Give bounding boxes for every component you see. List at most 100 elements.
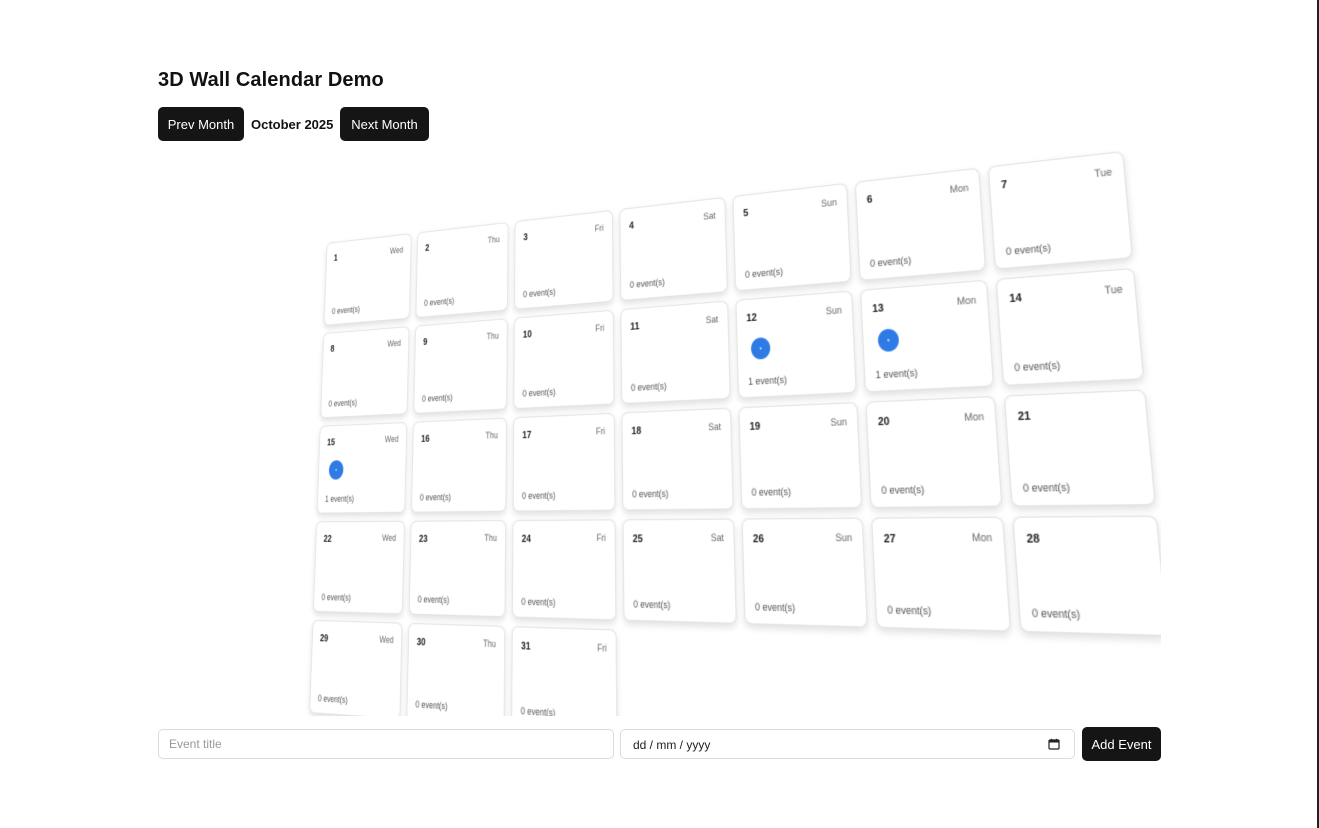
day-of-week: Mon xyxy=(950,182,969,195)
event-count: 0 event(s) xyxy=(418,594,450,605)
calendar-wall: 1 Wed 0 event(s) 2 Thu 0 event(s) 3 Fri 0 event(… xyxy=(258,150,1161,716)
event-count: 0 event(s) xyxy=(521,705,556,716)
day-card[interactable]: 6 Mon 0 event(s) xyxy=(855,168,986,282)
day-card[interactable]: 30 Thu 0 event(s) xyxy=(406,623,505,716)
day-card[interactable]: 13 Mon 1 event(s) xyxy=(860,280,994,393)
day-card[interactable]: 10 Fri 0 event(s) xyxy=(513,310,614,409)
day-number: 13 xyxy=(872,302,884,315)
day-card[interactable]: 22 Wed 0 event(s) xyxy=(313,521,405,615)
calendar-stage: 1 Wed 0 event(s) 2 Thu 0 event(s) 3 Fri 0 event(… xyxy=(158,150,1161,716)
day-number: 14 xyxy=(1009,292,1022,306)
day-card[interactable]: 7 Tue 0 event(s) xyxy=(988,151,1133,270)
event-count: 0 event(s) xyxy=(1032,607,1081,621)
day-number: 24 xyxy=(522,534,531,546)
add-event-button[interactable]: Add Event xyxy=(1082,727,1161,761)
day-number: 23 xyxy=(419,534,428,545)
day-card[interactable]: 21 0 event(s) xyxy=(1004,389,1156,506)
day-of-week: Tue xyxy=(1104,283,1123,296)
day-of-week: Fri xyxy=(595,323,604,334)
event-dot-icon[interactable] xyxy=(751,337,771,360)
day-card[interactable]: 17 Fri 0 event(s) xyxy=(513,413,616,512)
event-count: 0 event(s) xyxy=(870,254,912,269)
day-card[interactable]: 19 Sun 0 event(s) xyxy=(738,402,862,509)
day-of-week: Thu xyxy=(484,533,497,543)
event-dot-icon[interactable] xyxy=(329,460,344,480)
current-month-label: October 2025 xyxy=(251,117,333,132)
day-number: 28 xyxy=(1026,533,1040,547)
prev-month-button[interactable]: Prev Month xyxy=(158,107,244,141)
day-card[interactable]: 2 Thu 0 event(s) xyxy=(416,222,509,318)
day-number: 6 xyxy=(867,194,873,206)
day-of-week: Thu xyxy=(483,638,496,649)
day-number: 18 xyxy=(631,425,641,437)
day-number: 10 xyxy=(523,329,532,341)
day-card[interactable]: 28 0 event(s) xyxy=(1012,516,1161,637)
day-of-week: Tue xyxy=(1094,166,1113,179)
day-number: 16 xyxy=(421,434,430,445)
day-number: 5 xyxy=(743,208,749,220)
day-card[interactable]: 27 Mon 0 event(s) xyxy=(871,517,1011,632)
day-card[interactable]: 20 Mon 0 event(s) xyxy=(865,396,1002,508)
event-count: 0 event(s) xyxy=(632,488,668,499)
day-number: 7 xyxy=(1001,179,1008,192)
calendar-icon[interactable] xyxy=(1048,738,1060,750)
event-count: 0 event(s) xyxy=(881,484,925,496)
day-of-week: Sun xyxy=(826,305,842,317)
day-of-week: Fri xyxy=(595,223,604,234)
event-count: 0 event(s) xyxy=(745,266,783,280)
day-card[interactable]: 5 Sun 0 event(s) xyxy=(733,183,852,292)
day-of-week: Sat xyxy=(706,314,719,325)
day-card[interactable]: 4 Sat 0 event(s) xyxy=(619,197,727,301)
day-of-week: Wed xyxy=(387,338,401,348)
day-of-week: Thu xyxy=(488,234,500,245)
day-number: 4 xyxy=(629,220,634,231)
next-month-button[interactable]: Next Month xyxy=(340,107,429,141)
day-of-week: Mon xyxy=(964,411,984,424)
day-number: 12 xyxy=(746,312,757,325)
day-of-week: Sun xyxy=(830,416,847,428)
day-card[interactable]: 9 Thu 0 event(s) xyxy=(413,318,507,414)
day-number: 27 xyxy=(884,533,897,546)
day-card[interactable]: 14 Tue 0 event(s) xyxy=(996,268,1145,386)
day-card[interactable]: 29 Wed 0 event(s) xyxy=(309,620,402,716)
day-card[interactable]: 11 Sat 0 event(s) xyxy=(620,300,730,404)
event-count: 0 event(s) xyxy=(633,599,670,611)
day-number: 30 xyxy=(417,637,426,649)
event-count: 0 event(s) xyxy=(523,287,556,300)
event-dot-icon[interactable] xyxy=(877,328,899,352)
day-card[interactable]: 1 Wed 0 event(s) xyxy=(324,233,412,326)
event-count: 0 event(s) xyxy=(415,699,447,712)
day-card[interactable]: 15 Wed 1 event(s) xyxy=(317,422,407,514)
event-count: 0 event(s) xyxy=(521,596,555,608)
event-title-input[interactable] xyxy=(158,729,614,759)
day-number: 19 xyxy=(749,421,760,434)
event-count: 0 event(s) xyxy=(522,490,556,501)
event-count: 1 event(s) xyxy=(325,494,354,504)
day-card[interactable]: 31 Fri 0 event(s) xyxy=(511,626,617,716)
day-card[interactable]: 26 Sun 0 event(s) xyxy=(742,518,868,628)
day-card[interactable]: 16 Thu 0 event(s) xyxy=(411,418,507,513)
day-card[interactable]: 18 Sat 0 event(s) xyxy=(622,408,734,511)
day-card[interactable]: 3 Fri 0 event(s) xyxy=(514,210,613,310)
day-card[interactable]: 23 Thu 0 event(s) xyxy=(409,520,506,617)
event-count: 1 event(s) xyxy=(875,367,918,381)
day-card[interactable]: 24 Fri 0 event(s) xyxy=(512,519,616,620)
day-of-week: Thu xyxy=(485,430,498,441)
day-of-week: Thu xyxy=(487,331,499,342)
day-number: 2 xyxy=(425,243,429,254)
day-card[interactable]: 8 Wed 0 event(s) xyxy=(320,326,409,418)
day-number: 21 xyxy=(1017,410,1031,424)
event-count: 0 event(s) xyxy=(321,592,351,603)
day-of-week: Fri xyxy=(596,426,605,437)
day-number: 15 xyxy=(327,437,335,448)
event-count: 0 event(s) xyxy=(424,296,454,308)
event-count: 0 event(s) xyxy=(318,693,348,705)
day-of-week: Wed xyxy=(379,634,393,645)
day-card[interactable]: 12 Sun 1 event(s) xyxy=(735,290,856,398)
day-of-week: Fri xyxy=(597,532,606,543)
event-count: 0 event(s) xyxy=(630,277,665,290)
day-of-week: Wed xyxy=(390,245,404,256)
day-card[interactable]: 25 Sat 0 event(s) xyxy=(623,518,737,623)
day-of-week: Mon xyxy=(972,531,993,543)
event-date-input[interactable]: dd / mm / yyyy xyxy=(620,729,1075,759)
